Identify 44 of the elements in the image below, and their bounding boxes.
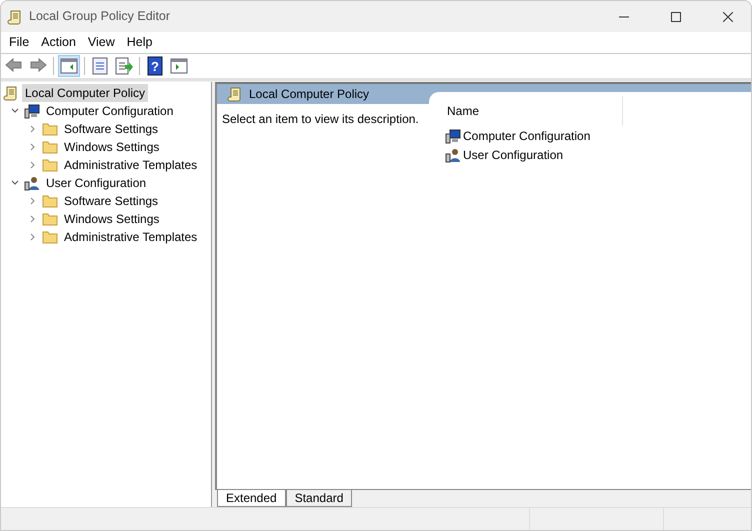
tree-item[interactable]: Windows Settings xyxy=(61,138,162,156)
help-button[interactable]: ? xyxy=(144,55,166,77)
computer-icon xyxy=(24,103,40,119)
export-list-icon xyxy=(114,56,134,76)
description-text: Select an item to view its description. xyxy=(222,112,419,126)
tree-item[interactable]: Administrative Templates xyxy=(61,228,200,246)
folder-icon xyxy=(42,194,58,208)
list-item[interactable]: User Configuration xyxy=(463,146,564,164)
menu-item[interactable]: Help xyxy=(120,33,158,52)
pane-header-title: Local Computer Policy xyxy=(249,86,370,103)
tree-item[interactable]: Computer Configuration xyxy=(43,102,176,120)
view-tab[interactable]: Standard xyxy=(286,490,352,507)
scroll-icon xyxy=(3,85,19,101)
pane-icon xyxy=(59,56,79,76)
view-tab[interactable]: Extended xyxy=(217,490,286,507)
folder-icon xyxy=(42,212,58,226)
column-header[interactable]: Name xyxy=(433,96,623,126)
export-list-button[interactable] xyxy=(113,55,135,77)
tree-item[interactable]: User Configuration xyxy=(43,174,150,192)
folder-icon xyxy=(42,158,58,172)
minimize-icon xyxy=(619,16,629,18)
menu-item[interactable]: File xyxy=(3,33,36,52)
pane-button[interactable] xyxy=(58,55,80,77)
user-icon xyxy=(445,146,461,162)
close-icon xyxy=(723,12,733,22)
scroll-icon xyxy=(227,86,243,102)
tree-item[interactable]: Software Settings xyxy=(61,192,162,210)
list-item[interactable]: Computer Configuration xyxy=(463,126,590,144)
maximize-icon xyxy=(671,12,681,22)
tree-item[interactable]: Local Computer Policy xyxy=(22,84,148,102)
computer-icon xyxy=(445,128,461,144)
menu-item[interactable]: Action xyxy=(35,33,82,52)
scroll-icon xyxy=(7,8,23,24)
properties-icon xyxy=(90,56,110,76)
folder-icon xyxy=(42,230,58,244)
tree-item[interactable]: Windows Settings xyxy=(61,210,162,228)
tree-item[interactable]: Administrative Templates xyxy=(61,156,200,174)
menu-item[interactable]: View xyxy=(82,33,121,52)
folder-icon xyxy=(42,140,58,154)
user-icon xyxy=(24,175,40,191)
pane-icon xyxy=(169,56,189,76)
window-title: Local Group Policy Editor xyxy=(29,8,170,26)
tree-item[interactable]: Software Settings xyxy=(61,120,162,138)
folder-icon xyxy=(42,122,58,136)
